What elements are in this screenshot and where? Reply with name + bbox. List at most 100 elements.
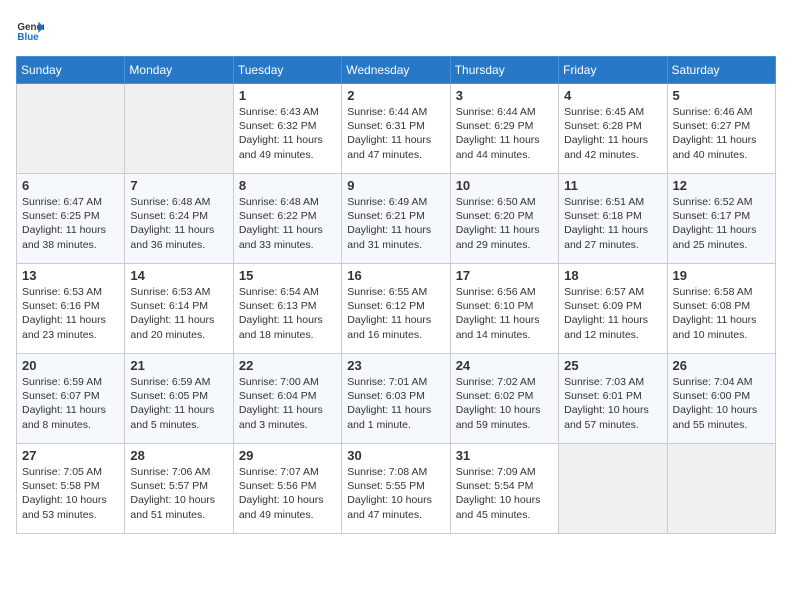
calendar-cell: 18 Sunrise: 6:57 AMSunset: 6:09 PMDayligh… [559, 264, 667, 354]
cell-content: Sunrise: 6:58 AMSunset: 6:08 PMDaylight:… [673, 285, 770, 342]
calendar-table: SundayMondayTuesdayWednesdayThursdayFrid… [16, 56, 776, 534]
cell-content: Sunrise: 6:51 AMSunset: 6:18 PMDaylight:… [564, 195, 661, 252]
day-number: 5 [673, 88, 770, 103]
logo-icon: General Blue [16, 16, 44, 44]
day-number: 22 [239, 358, 336, 373]
cell-content: Sunrise: 7:00 AMSunset: 6:04 PMDaylight:… [239, 375, 336, 432]
calendar-cell: 19 Sunrise: 6:58 AMSunset: 6:08 PMDayligh… [667, 264, 775, 354]
calendar-cell [125, 84, 233, 174]
day-number: 17 [456, 268, 553, 283]
calendar-cell: 26Sunrise: 7:04 AMSunset: 6:00 PMDayligh… [667, 354, 775, 444]
calendar-cell: 20Sunrise: 6:59 AMSunset: 6:07 PMDayligh… [17, 354, 125, 444]
cell-content: Sunrise: 6:46 AMSunset: 6:27 PMDaylight:… [673, 105, 770, 162]
calendar-cell: 29 Sunrise: 7:07 AMSunset: 5:56 PMDayligh… [233, 444, 341, 534]
calendar-cell: 17 Sunrise: 6:56 AMSunset: 6:10 PMDayligh… [450, 264, 558, 354]
calendar-week-row: 13 Sunrise: 6:53 AMSunset: 6:16 PMDayligh… [17, 264, 776, 354]
day-number: 27 [22, 448, 119, 463]
calendar-cell: 5 Sunrise: 6:46 AMSunset: 6:27 PMDaylight… [667, 84, 775, 174]
calendar-cell: 21 Sunrise: 6:59 AMSunset: 6:05 PMDayligh… [125, 354, 233, 444]
day-number: 29 [239, 448, 336, 463]
weekday-header: Saturday [667, 57, 775, 84]
day-number: 18 [564, 268, 661, 283]
day-number: 14 [130, 268, 227, 283]
day-number: 25 [564, 358, 661, 373]
calendar-cell: 28 Sunrise: 7:06 AMSunset: 5:57 PMDayligh… [125, 444, 233, 534]
calendar-cell: 7Sunrise: 6:48 AMSunset: 6:24 PMDaylight… [125, 174, 233, 264]
calendar-cell: 16 Sunrise: 6:55 AMSunset: 6:12 PMDayligh… [342, 264, 450, 354]
cell-content: Sunrise: 6:53 AMSunset: 6:16 PMDaylight:… [22, 285, 119, 342]
weekday-header: Monday [125, 57, 233, 84]
day-number: 19 [673, 268, 770, 283]
calendar-week-row: 27 Sunrise: 7:05 AMSunset: 5:58 PMDayligh… [17, 444, 776, 534]
cell-content: Sunrise: 6:55 AMSunset: 6:12 PMDaylight:… [347, 285, 444, 342]
cell-content: Sunrise: 6:57 AMSunset: 6:09 PMDaylight:… [564, 285, 661, 342]
cell-content: Sunrise: 6:50 AMSunset: 6:20 PMDaylight:… [456, 195, 553, 252]
weekday-header: Friday [559, 57, 667, 84]
cell-content: Sunrise: 7:03 AMSunset: 6:01 PMDaylight:… [564, 375, 661, 432]
cell-content: Sunrise: 7:09 AMSunset: 5:54 PMDaylight:… [456, 465, 553, 522]
day-number: 28 [130, 448, 227, 463]
day-number: 8 [239, 178, 336, 193]
cell-content: Sunrise: 6:43 AMSunset: 6:32 PMDaylight:… [239, 105, 336, 162]
calendar-cell: 2 Sunrise: 6:44 AMSunset: 6:31 PMDaylight… [342, 84, 450, 174]
cell-content: Sunrise: 6:59 AMSunset: 6:05 PMDaylight:… [130, 375, 227, 432]
cell-content: Sunrise: 7:02 AMSunset: 6:02 PMDaylight:… [456, 375, 553, 432]
calendar-cell: 14Sunrise: 6:53 AMSunset: 6:14 PMDayligh… [125, 264, 233, 354]
calendar-cell [667, 444, 775, 534]
cell-content: Sunrise: 6:56 AMSunset: 6:10 PMDaylight:… [456, 285, 553, 342]
calendar-cell: 13 Sunrise: 6:53 AMSunset: 6:16 PMDayligh… [17, 264, 125, 354]
weekday-header: Wednesday [342, 57, 450, 84]
day-number: 9 [347, 178, 444, 193]
day-number: 12 [673, 178, 770, 193]
day-number: 10 [456, 178, 553, 193]
cell-content: Sunrise: 7:01 AMSunset: 6:03 PMDaylight:… [347, 375, 444, 432]
weekday-header: Tuesday [233, 57, 341, 84]
calendar-cell [559, 444, 667, 534]
calendar-cell: 23Sunrise: 7:01 AMSunset: 6:03 PMDayligh… [342, 354, 450, 444]
day-number: 30 [347, 448, 444, 463]
cell-content: Sunrise: 6:44 AMSunset: 6:29 PMDaylight:… [456, 105, 553, 162]
day-number: 15 [239, 268, 336, 283]
calendar-cell: 8Sunrise: 6:48 AMSunset: 6:22 PMDaylight… [233, 174, 341, 264]
weekday-header: Sunday [17, 57, 125, 84]
calendar-week-row: 1 Sunrise: 6:43 AMSunset: 6:32 PMDaylight… [17, 84, 776, 174]
day-number: 31 [456, 448, 553, 463]
day-number: 21 [130, 358, 227, 373]
weekday-header: Thursday [450, 57, 558, 84]
day-number: 1 [239, 88, 336, 103]
calendar-week-row: 20Sunrise: 6:59 AMSunset: 6:07 PMDayligh… [17, 354, 776, 444]
calendar-cell: 15 Sunrise: 6:54 AMSunset: 6:13 PMDayligh… [233, 264, 341, 354]
day-number: 6 [22, 178, 119, 193]
calendar-header-row: SundayMondayTuesdayWednesdayThursdayFrid… [17, 57, 776, 84]
calendar-week-row: 6 Sunrise: 6:47 AMSunset: 6:25 PMDaylight… [17, 174, 776, 264]
cell-content: Sunrise: 6:44 AMSunset: 6:31 PMDaylight:… [347, 105, 444, 162]
calendar-cell: 12 Sunrise: 6:52 AMSunset: 6:17 PMDayligh… [667, 174, 775, 264]
page-header: General Blue [16, 16, 776, 44]
calendar-cell: 6 Sunrise: 6:47 AMSunset: 6:25 PMDaylight… [17, 174, 125, 264]
cell-content: Sunrise: 7:08 AMSunset: 5:55 PMDaylight:… [347, 465, 444, 522]
calendar-cell: 22 Sunrise: 7:00 AMSunset: 6:04 PMDayligh… [233, 354, 341, 444]
cell-content: Sunrise: 6:49 AMSunset: 6:21 PMDaylight:… [347, 195, 444, 252]
cell-content: Sunrise: 6:59 AMSunset: 6:07 PMDaylight:… [22, 375, 119, 432]
day-number: 4 [564, 88, 661, 103]
calendar-cell: 31 Sunrise: 7:09 AMSunset: 5:54 PMDayligh… [450, 444, 558, 534]
cell-content: Sunrise: 6:52 AMSunset: 6:17 PMDaylight:… [673, 195, 770, 252]
calendar-cell: 25 Sunrise: 7:03 AMSunset: 6:01 PMDayligh… [559, 354, 667, 444]
day-number: 11 [564, 178, 661, 193]
cell-content: Sunrise: 6:54 AMSunset: 6:13 PMDaylight:… [239, 285, 336, 342]
day-number: 13 [22, 268, 119, 283]
calendar-cell [17, 84, 125, 174]
calendar-cell: 1 Sunrise: 6:43 AMSunset: 6:32 PMDaylight… [233, 84, 341, 174]
day-number: 3 [456, 88, 553, 103]
cell-content: Sunrise: 6:47 AMSunset: 6:25 PMDaylight:… [22, 195, 119, 252]
calendar-cell: 4Sunrise: 6:45 AMSunset: 6:28 PMDaylight… [559, 84, 667, 174]
day-number: 2 [347, 88, 444, 103]
cell-content: Sunrise: 7:04 AMSunset: 6:00 PMDaylight:… [673, 375, 770, 432]
day-number: 24 [456, 358, 553, 373]
cell-content: Sunrise: 7:07 AMSunset: 5:56 PMDaylight:… [239, 465, 336, 522]
cell-content: Sunrise: 7:05 AMSunset: 5:58 PMDaylight:… [22, 465, 119, 522]
cell-content: Sunrise: 7:06 AMSunset: 5:57 PMDaylight:… [130, 465, 227, 522]
calendar-cell: 11 Sunrise: 6:51 AMSunset: 6:18 PMDayligh… [559, 174, 667, 264]
day-number: 16 [347, 268, 444, 283]
calendar-cell: 24 Sunrise: 7:02 AMSunset: 6:02 PMDayligh… [450, 354, 558, 444]
